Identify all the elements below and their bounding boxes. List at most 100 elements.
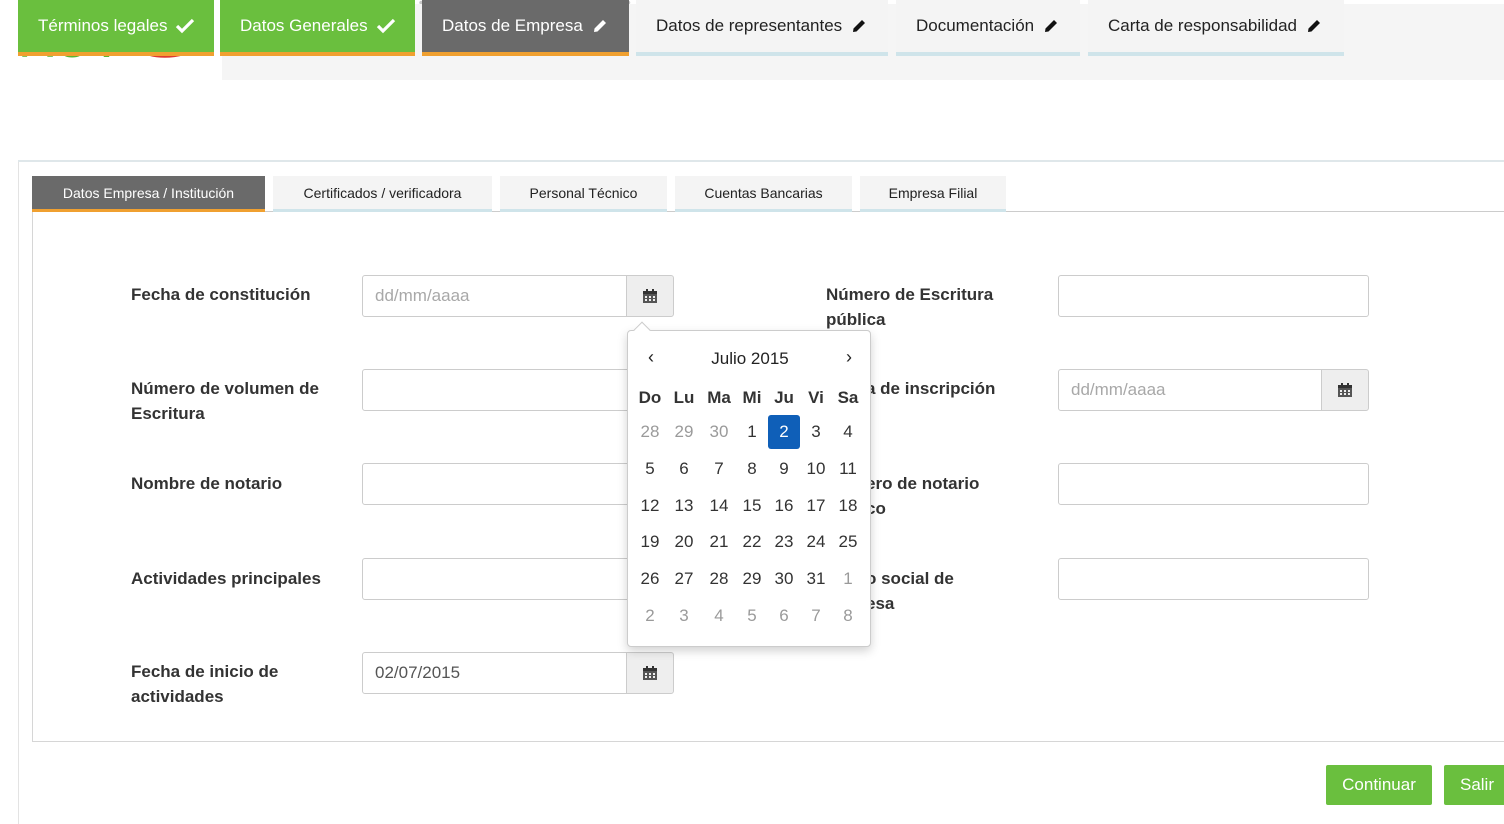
- weekday-header: Vi: [808, 388, 824, 407]
- calendar-day[interactable]: 3: [800, 415, 832, 449]
- fecha-constitucion-label: Fecha de constitución: [131, 285, 311, 304]
- calendar-day[interactable]: 5: [736, 599, 768, 633]
- calendar-day[interactable]: 7: [800, 599, 832, 633]
- calendar-day[interactable]: 26: [634, 562, 666, 596]
- datepicker-header: ‹ Julio 2015 ›: [628, 345, 872, 375]
- calendar-icon: [643, 289, 657, 303]
- nombre-notario-input[interactable]: [362, 463, 662, 505]
- calendar-day[interactable]: 15: [736, 489, 768, 523]
- objeto-social-input[interactable]: [1058, 558, 1369, 600]
- calendar-day[interactable]: 30: [703, 415, 735, 449]
- calendar-day[interactable]: 25: [832, 525, 864, 559]
- subtab-datos-empresa[interactable]: Datos Empresa / Institución: [32, 176, 265, 212]
- next-month-button[interactable]: ›: [834, 347, 864, 373]
- subtab-cuentas-bancarias[interactable]: Cuentas Bancarias: [675, 176, 852, 212]
- pencil-icon: [850, 17, 868, 35]
- calendar-day[interactable]: 29: [736, 562, 768, 596]
- calendar-icon: [1338, 383, 1352, 397]
- numero-volumen-label: Número de volumen de Escritura: [131, 376, 319, 426]
- fecha-constitucion-input[interactable]: dd/mm/aaaa: [362, 275, 628, 317]
- calendar-day[interactable]: 11: [832, 452, 864, 486]
- prev-month-button[interactable]: ‹: [636, 347, 666, 373]
- calendar-day[interactable]: 7: [703, 452, 735, 486]
- numero-escritura-label: Número de Escritura pública: [826, 282, 993, 332]
- calendar-day[interactable]: 23: [768, 525, 800, 559]
- pencil-icon: [591, 17, 609, 35]
- calendar-day[interactable]: 1: [832, 562, 864, 596]
- calendar-button[interactable]: [1321, 369, 1369, 411]
- calendar-day[interactable]: 18: [832, 489, 864, 523]
- tab-datos-de-empresa[interactable]: Datos de Empresa: [422, 0, 629, 56]
- calendar-button[interactable]: [626, 275, 674, 317]
- calendar-day[interactable]: 19: [634, 525, 666, 559]
- weekday-header: Do: [638, 388, 662, 407]
- calendar-day[interactable]: 4: [703, 599, 735, 633]
- exit-button[interactable]: Salir: [1444, 765, 1504, 805]
- calendar-day[interactable]: 30: [768, 562, 800, 596]
- calendar-day[interactable]: 24: [800, 525, 832, 559]
- numero-volumen-input[interactable]: [362, 369, 662, 411]
- tab-datos-generales[interactable]: Datos Generales: [220, 0, 415, 56]
- tab-label: Carta de responsabilidad: [1108, 16, 1298, 35]
- label-line: Escritura: [131, 404, 205, 423]
- tab-label: Datos de representantes: [656, 16, 843, 35]
- pencil-icon: [1042, 17, 1060, 35]
- tab-datos-de-representantes[interactable]: Datos de representantes: [636, 0, 888, 56]
- label-line: actividades: [131, 687, 224, 706]
- fecha-inscripcion-input[interactable]: dd/mm/aaaa: [1058, 369, 1323, 411]
- calendar-day[interactable]: 13: [668, 489, 700, 523]
- weekday-header: Sa: [837, 388, 859, 407]
- calendar-day[interactable]: 31: [800, 562, 832, 596]
- month-title[interactable]: Julio 2015: [668, 349, 832, 369]
- calendar-day[interactable]: 28: [634, 415, 666, 449]
- tab-terminos-legales[interactable]: Términos legales: [18, 0, 214, 56]
- tab-carta-de-responsabilidad[interactable]: Carta de responsabilidad: [1088, 0, 1344, 56]
- subtab-personal-tecnico[interactable]: Personal Técnico: [500, 176, 667, 212]
- actividades-label: Actividades principales: [131, 569, 321, 588]
- selected-day[interactable]: 2: [768, 415, 800, 449]
- calendar-day[interactable]: 27: [668, 562, 700, 596]
- calendar-day[interactable]: 8: [832, 599, 864, 633]
- calendar-day[interactable]: 28: [703, 562, 735, 596]
- subtab-empresa-filial[interactable]: Empresa Filial: [860, 176, 1006, 212]
- weekday-header: Ma: [707, 388, 731, 407]
- label-line: pública: [826, 310, 886, 329]
- calendar-icon: [643, 666, 657, 680]
- actividades-input[interactable]: [362, 558, 662, 600]
- calendar-day[interactable]: 2: [634, 599, 666, 633]
- calendar-day[interactable]: 5: [634, 452, 666, 486]
- calendar-day[interactable]: 21: [703, 525, 735, 559]
- calendar-day[interactable]: 4: [832, 415, 864, 449]
- calendar-day[interactable]: 16: [768, 489, 800, 523]
- tab-documentacion[interactable]: Documentación: [896, 0, 1080, 56]
- calendar-day[interactable]: 3: [668, 599, 700, 633]
- numero-notario-input[interactable]: [1058, 463, 1369, 505]
- objeto-social-label: o social de esa: [866, 566, 954, 616]
- weekday-header: Ju: [774, 388, 794, 407]
- label-line: co: [866, 499, 886, 518]
- calendar-day[interactable]: 17: [800, 489, 832, 523]
- calendar-day[interactable]: 1: [736, 415, 768, 449]
- calendar-day[interactable]: 20: [668, 525, 700, 559]
- calendar-day[interactable]: 9: [768, 452, 800, 486]
- label-line: Número de volumen de: [131, 379, 319, 398]
- calendar-day[interactable]: 29: [668, 415, 700, 449]
- continue-button[interactable]: Continuar: [1326, 765, 1432, 805]
- calendar-button[interactable]: [626, 652, 674, 694]
- calendar-day[interactable]: 6: [668, 452, 700, 486]
- check-icon: [376, 18, 396, 34]
- calendar-day[interactable]: 12: [634, 489, 666, 523]
- calendar-day[interactable]: 6: [768, 599, 800, 633]
- calendar-day[interactable]: 22: [736, 525, 768, 559]
- fecha-inicio-label: Fecha de inicio de actividades: [131, 659, 278, 709]
- calendar-day[interactable]: 10: [800, 452, 832, 486]
- calendar-day[interactable]: 8: [736, 452, 768, 486]
- tab-label: Términos legales: [38, 16, 168, 35]
- calendar-day[interactable]: 14: [703, 489, 735, 523]
- left-rule: [18, 162, 19, 824]
- label-line: Fecha de inicio de: [131, 662, 279, 681]
- fecha-inicio-input[interactable]: 02/07/2015: [362, 652, 628, 694]
- subtab-certificados[interactable]: Certificados / verificadora: [273, 176, 492, 212]
- tab-label: Datos de Empresa: [442, 16, 583, 35]
- numero-escritura-input[interactable]: [1058, 275, 1369, 317]
